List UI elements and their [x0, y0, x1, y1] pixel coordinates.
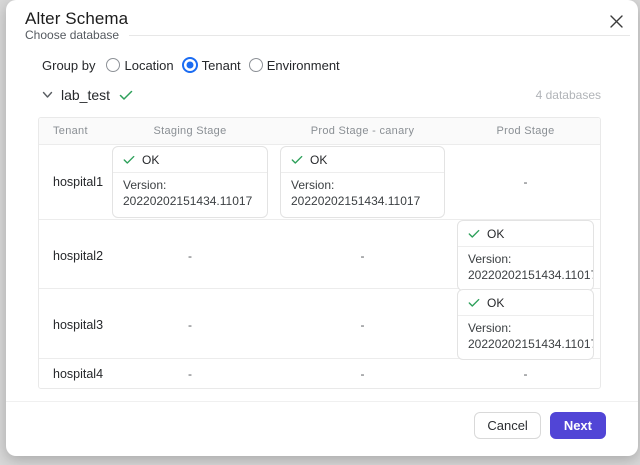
version-value: 20220202151434.11017 [123, 194, 257, 210]
stage-cell: OK Version: 20220202151434.11017 [451, 220, 600, 291]
empty-stage-dash: - [188, 367, 192, 381]
version-value: 20220202151434.11017 [468, 337, 583, 353]
status-label: OK [487, 296, 504, 310]
tenant-name: hospital2 [39, 220, 106, 291]
column-header-staging: Staging Stage [106, 118, 274, 144]
version-label: Version: [291, 178, 434, 194]
subtitle-divider: Choose database [25, 28, 630, 42]
radio-location-label: Location [124, 58, 173, 73]
stage-cell: OK Version: 20220202151434.11017 [106, 145, 274, 219]
table-header-row: Tenant Staging Stage Prod Stage - canary… [39, 118, 600, 144]
radio-tenant[interactable]: Tenant [182, 57, 241, 73]
stage-cell: - [274, 220, 451, 291]
table-row: hospital4 - - - [39, 358, 600, 388]
empty-stage-dash: - [361, 318, 365, 332]
check-icon [468, 229, 480, 239]
stage-cell: - [106, 359, 274, 388]
stage-cell: OK Version: 20220202151434.11017 [274, 145, 451, 219]
group-by-label: Group by [42, 58, 95, 73]
database-count: 4 databases [536, 88, 601, 102]
tenant-name: hospital3 [39, 289, 106, 360]
table-row: hospital1 OK Version: 20220202151434.110… [39, 144, 600, 219]
radio-environment-label: Environment [267, 58, 340, 73]
check-icon [123, 155, 135, 165]
alter-schema-dialog: Alter Schema Choose database Group by Lo… [6, 0, 638, 456]
version-value: 20220202151434.11017 [468, 268, 583, 284]
status-label: OK [487, 227, 504, 241]
database-group-row: lab_test 4 databases [42, 87, 601, 103]
stage-cell: OK Version: 20220202151434.11017 [451, 289, 600, 360]
version-label: Version: [123, 178, 257, 194]
table-row: hospital3 - - OK Version: [39, 288, 600, 358]
status-card[interactable]: OK Version: 20220202151434.11017 [457, 220, 594, 291]
radio-location[interactable]: Location [106, 58, 173, 73]
empty-stage-dash: - [524, 367, 528, 381]
empty-stage-dash: - [361, 249, 365, 263]
status-card[interactable]: OK Version: 20220202151434.11017 [112, 146, 268, 217]
radio-circle-icon [182, 57, 198, 73]
stage-cell: - [106, 220, 274, 291]
group-by-controls: Group by Location Tenant Environment [42, 57, 348, 73]
databases-table: Tenant Staging Stage Prod Stage - canary… [38, 117, 601, 389]
footer-divider [6, 401, 638, 402]
column-header-tenant: Tenant [39, 118, 106, 144]
empty-stage-dash: - [188, 249, 192, 263]
version-label: Version: [468, 321, 583, 337]
cancel-button[interactable]: Cancel [474, 412, 540, 439]
dialog-subtitle: Choose database [25, 28, 119, 42]
page-background: Alter Schema Choose database Group by Lo… [0, 0, 640, 465]
empty-stage-dash: - [524, 175, 528, 189]
next-button[interactable]: Next [550, 412, 606, 439]
stage-cell: - [451, 359, 600, 388]
tenant-name: hospital1 [39, 145, 106, 219]
tenant-name: hospital4 [39, 359, 106, 388]
empty-stage-dash: - [188, 318, 192, 332]
status-card[interactable]: OK Version: 20220202151434.11017 [457, 289, 594, 360]
empty-stage-dash: - [361, 367, 365, 381]
dialog-title: Alter Schema [25, 9, 128, 29]
status-card[interactable]: OK Version: 20220202151434.11017 [280, 146, 445, 217]
version-label: Version: [468, 252, 583, 268]
divider-line [129, 35, 630, 36]
check-icon [291, 155, 303, 165]
stage-cell: - [274, 289, 451, 360]
chevron-down-icon[interactable] [42, 91, 53, 99]
radio-environment[interactable]: Environment [249, 58, 340, 73]
radio-circle-icon [106, 58, 120, 72]
status-label: OK [142, 153, 159, 167]
table-row: hospital2 - - OK Version: [39, 219, 600, 288]
status-label: OK [310, 153, 327, 167]
database-group-name[interactable]: lab_test [61, 87, 110, 103]
column-header-prod-canary: Prod Stage - canary [274, 118, 451, 144]
stage-cell: - [274, 359, 451, 388]
stage-cell: - [106, 289, 274, 360]
check-icon [468, 298, 480, 308]
group-success-check-icon [119, 90, 133, 101]
radio-tenant-label: Tenant [202, 58, 241, 73]
stage-cell: - [451, 145, 600, 219]
version-value: 20220202151434.11017 [291, 194, 434, 210]
column-header-prod: Prod Stage [451, 118, 600, 144]
footer-actions: Cancel Next [474, 412, 606, 439]
radio-circle-icon [249, 58, 263, 72]
